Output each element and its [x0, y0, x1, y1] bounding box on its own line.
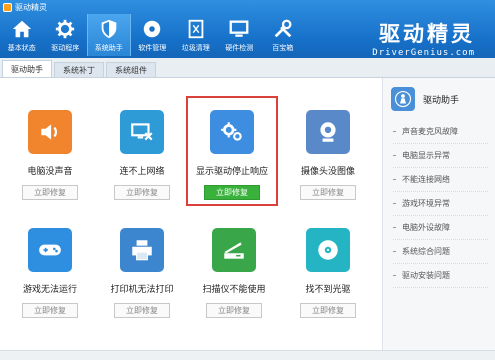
fix-now-button[interactable]: 立即修复	[114, 185, 170, 200]
tab-system-patches[interactable]: 系统补丁	[54, 62, 104, 77]
fix-grid: 电脑没声音 立即修复 连不上网络 立即修复 显示驱动停止响应 立即修复 摄像头没…	[0, 78, 378, 350]
bullet-icon	[393, 203, 396, 204]
issue-item[interactable]: 游戏环境异常	[393, 192, 488, 216]
issue-label: 驱动安装问题	[402, 271, 450, 280]
toolbar-junk-cleanup[interactable]: 垃圾清理	[174, 14, 218, 56]
scanner-icon	[212, 228, 256, 272]
issue-label: 游戏环境异常	[402, 199, 450, 208]
monitor-icon	[228, 18, 250, 40]
status-bar	[0, 350, 495, 360]
brand-logo: 驱动精灵 DriverGenius.com	[372, 18, 475, 58]
issue-item[interactable]: 不能连接网络	[393, 168, 488, 192]
assistant-person-icon	[391, 87, 415, 111]
display-gear-icon	[210, 110, 254, 154]
network-icon	[120, 110, 164, 154]
toolbar-toolbox[interactable]: 百宝箱	[261, 14, 305, 56]
driver-assistant-panel: 驱动助手 声音麦克风故障 电脑显示异常 不能连接网络 游戏环境异常 电脑外设故障…	[382, 78, 495, 350]
printer-icon	[120, 228, 164, 272]
panel-header: 驱动助手	[383, 78, 495, 120]
issue-category-list: 声音麦克风故障 电脑显示异常 不能连接网络 游戏环境异常 电脑外设故障 系统综合…	[383, 120, 495, 288]
card-label: 电脑没声音	[27, 167, 73, 177]
issue-label: 不能连接网络	[402, 175, 450, 184]
issue-label: 电脑显示异常	[402, 151, 450, 160]
toolbar-label: 系统助手	[94, 44, 123, 52]
toolbar-system-assistant[interactable]: 系统助手	[87, 14, 131, 56]
fix-now-button[interactable]: 立即修复	[300, 185, 356, 200]
toolbar-drivers[interactable]: 驱动程序	[44, 14, 88, 56]
card-label: 找不到光驱	[305, 285, 351, 295]
issue-item[interactable]: 电脑显示异常	[393, 144, 488, 168]
card-scanner-not-working: 扫描仪不能使用 立即修复	[192, 218, 276, 320]
tab-strip: 驱动助手 系统补丁 系统组件	[0, 58, 495, 78]
tab-driver-assistant[interactable]: 驱动助手	[2, 60, 52, 77]
card-label: 打印机无法打印	[110, 285, 174, 295]
app-logo-icon	[3, 2, 12, 12]
issue-item[interactable]: 驱动安装问题	[393, 264, 488, 288]
issue-item[interactable]: 系统综合问题	[393, 240, 488, 264]
toolbar-label: 驱动程序	[51, 44, 80, 52]
issue-item[interactable]: 声音麦克风故障	[393, 120, 488, 144]
card-cdrom-not-found: 找不到光驱 立即修复	[286, 218, 370, 320]
card-no-network: 连不上网络 立即修复	[100, 100, 184, 202]
toolbar-software-manager[interactable]: 软件管理	[131, 14, 175, 56]
cdrom-icon	[306, 228, 350, 272]
panel-title: 驱动助手	[423, 95, 460, 106]
fix-now-button[interactable]: 立即修复	[114, 303, 170, 318]
toolbar-hardware-detect[interactable]: 硬件检测	[218, 14, 262, 56]
fix-now-button[interactable]: 立即修复	[300, 303, 356, 318]
window-title: 驱动精灵	[15, 2, 47, 12]
card-no-sound: 电脑没声音 立即修复	[8, 100, 92, 202]
gear-icon	[54, 18, 76, 40]
tab-system-components[interactable]: 系统组件	[106, 62, 156, 77]
toolbar-label: 硬件检测	[225, 44, 254, 52]
card-game-cannot-run: 游戏无法运行 立即修复	[8, 218, 92, 320]
issue-item[interactable]: 电脑外设故障	[393, 216, 488, 240]
bullet-icon	[393, 275, 396, 276]
card-label: 显示驱动停止响应	[195, 167, 268, 177]
card-webcam-no-image: 摄像头没图像 立即修复	[286, 100, 370, 202]
home-icon	[11, 18, 33, 40]
card-label: 扫描仪不能使用	[202, 285, 266, 295]
gamepad-icon	[28, 228, 72, 272]
card-label: 连不上网络	[119, 167, 165, 177]
fix-now-button[interactable]: 立即修复	[206, 303, 262, 318]
main-toolbar: 基本状态 驱动程序 系统助手 软件管理 垃圾清理 硬件检测 百宝箱	[0, 14, 305, 56]
card-printer-cannot-print: 打印机无法打印 立即修复	[100, 218, 184, 320]
bullet-icon	[393, 251, 396, 252]
disc-icon	[141, 18, 163, 40]
fix-now-button[interactable]: 立即修复	[22, 303, 78, 318]
issue-label: 系统综合问题	[402, 247, 450, 256]
toolbar-label: 垃圾清理	[181, 44, 210, 52]
toolbar-label: 百宝箱	[272, 44, 294, 52]
top-bar: 驱动精灵 基本状态 驱动程序 系统助手 软件管理 垃圾清理 硬件检测 百宝箱 驱…	[0, 0, 495, 58]
bullet-icon	[393, 155, 396, 156]
bullet-icon	[393, 131, 396, 132]
brand-name: 驱动精灵	[379, 22, 475, 46]
issue-label: 电脑外设故障	[402, 223, 450, 232]
title-bar: 驱动精灵	[0, 0, 495, 14]
fix-now-button[interactable]: 立即修复	[204, 185, 260, 200]
tools-icon	[272, 18, 294, 40]
issue-label: 声音麦克风故障	[402, 127, 458, 136]
bullet-icon	[393, 227, 396, 228]
card-display-driver-stopped: 显示驱动停止响应 立即修复	[186, 96, 278, 206]
bullet-icon	[393, 179, 396, 180]
toolbar-label: 基本状态	[7, 44, 36, 52]
trash-icon	[185, 18, 207, 40]
toolbar-label: 软件管理	[138, 44, 167, 52]
card-label: 游戏无法运行	[22, 285, 77, 295]
shield-icon	[98, 18, 120, 40]
card-label: 摄像头没图像	[300, 167, 355, 177]
fix-now-button[interactable]: 立即修复	[22, 185, 78, 200]
toolbar-basic-status[interactable]: 基本状态	[0, 14, 44, 56]
webcam-icon	[306, 110, 350, 154]
brand-site: DriverGenius.com	[372, 48, 475, 58]
speaker-icon	[28, 110, 72, 154]
